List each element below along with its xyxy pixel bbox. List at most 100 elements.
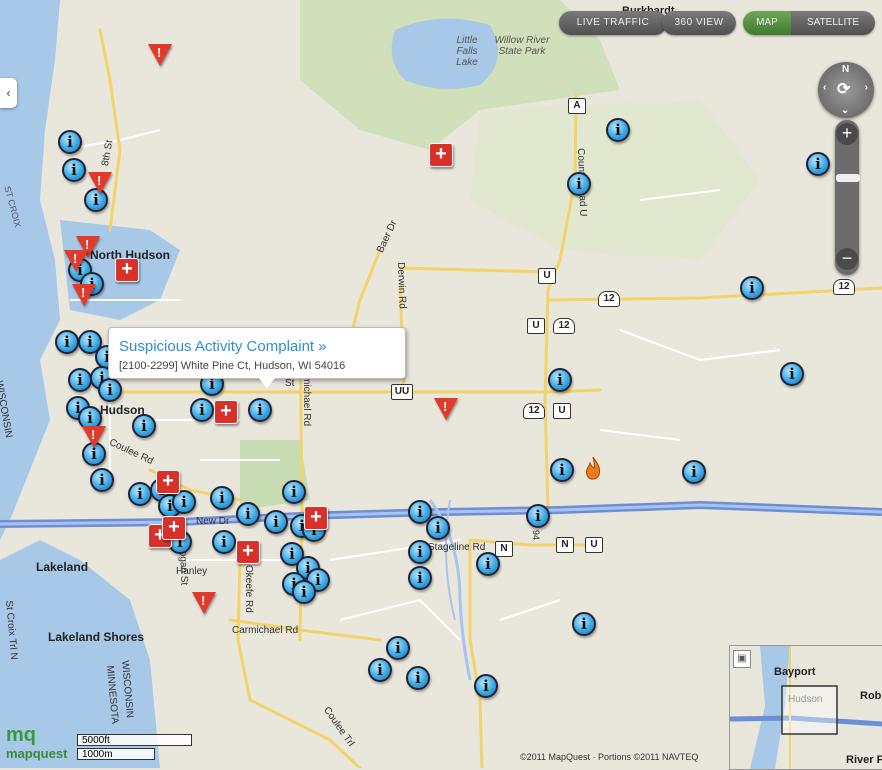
alert-marker-icon[interactable]: !: [64, 250, 88, 272]
popup-title-link[interactable]: Suspicious Activity Complaint »: [119, 338, 327, 355]
info-marker-icon[interactable]: i: [682, 460, 706, 484]
road-st: St: [285, 378, 295, 389]
scale-meters: 1000m: [77, 748, 155, 760]
shield-n-2: N: [556, 537, 574, 553]
shield-u-3: U: [553, 403, 571, 419]
hospital-marker-icon[interactable]: +: [429, 143, 453, 167]
overview-map[interactable]: Bayport Hudson Rob River F: [729, 645, 882, 770]
overview-river-falls: River F: [846, 754, 882, 766]
zoom-slider-thumb[interactable]: [836, 174, 860, 182]
alert-marker-icon[interactable]: !: [148, 44, 172, 66]
zoom-in-button[interactable]: +: [836, 123, 858, 145]
info-marker-icon[interactable]: i: [292, 580, 316, 604]
road-derwin-rd: Derwin Rd: [395, 262, 408, 310]
shield-12-2: 12: [833, 279, 855, 295]
info-marker-icon[interactable]: i: [210, 486, 234, 510]
info-marker-icon[interactable]: i: [98, 378, 122, 402]
side-panel-toggle-icon[interactable]: ‹: [0, 78, 17, 108]
satellite-view-button[interactable]: SATELLITE: [791, 11, 875, 35]
hospital-marker-icon[interactable]: +: [115, 258, 139, 282]
hospital-marker-icon[interactable]: +: [236, 540, 260, 564]
live-traffic-button[interactable]: LIVE TRAFFIC: [559, 11, 667, 35]
info-marker-icon[interactable]: i: [476, 552, 500, 576]
rotate-icon[interactable]: ⟳: [837, 79, 850, 99]
map-type-toggle: MAP SATELLITE: [743, 11, 875, 35]
hospital-marker-icon[interactable]: +: [304, 506, 328, 530]
info-marker-icon[interactable]: i: [740, 276, 764, 300]
alert-marker-icon[interactable]: !: [82, 426, 106, 448]
info-marker-icon[interactable]: i: [474, 674, 498, 698]
info-marker-icon[interactable]: i: [408, 540, 432, 564]
shield-i94: 94: [531, 530, 541, 541]
overview-map-canvas: [730, 646, 882, 769]
hospital-marker-icon[interactable]: +: [162, 516, 186, 540]
shield-a: A: [568, 98, 586, 114]
info-marker-icon[interactable]: i: [248, 398, 272, 422]
info-marker-icon[interactable]: i: [368, 658, 392, 682]
place-lakeland-shores: Lakeland Shores: [48, 630, 145, 644]
alert-marker-icon[interactable]: !: [434, 398, 458, 420]
zoom-out-button[interactable]: −: [836, 248, 858, 270]
place-willow-river: Willow River State Park: [494, 35, 550, 57]
info-marker-icon[interactable]: i: [282, 480, 306, 504]
info-marker-icon[interactable]: i: [132, 414, 156, 438]
compass-pan-control[interactable]: N ‹ › ⌄ ⟳: [818, 62, 874, 118]
place-little-falls-lake: Little Falls Lake: [456, 35, 478, 68]
info-marker-icon[interactable]: i: [55, 330, 79, 354]
place-lakeland: Lakeland: [36, 560, 89, 574]
mapquest-logo-icon: mq: [6, 724, 36, 746]
info-marker-icon[interactable]: i: [62, 158, 86, 182]
info-marker-icon[interactable]: i: [548, 368, 572, 392]
info-marker-icon[interactable]: i: [406, 666, 430, 690]
mapquest-logo: mq mapquest: [6, 724, 67, 761]
360-view-button[interactable]: 360 VIEW: [662, 11, 736, 35]
info-marker-icon[interactable]: i: [567, 172, 591, 196]
shield-n-1: N: [495, 541, 513, 557]
pan-down-icon[interactable]: ⌄: [841, 105, 849, 116]
overview-hudson: Hudson: [788, 694, 823, 705]
info-marker-icon[interactable]: i: [128, 482, 152, 506]
scale-feet: 5000ft: [77, 734, 192, 746]
info-marker-icon[interactable]: i: [550, 458, 574, 482]
info-marker-icon[interactable]: i: [526, 504, 550, 528]
info-marker-icon[interactable]: i: [90, 468, 114, 492]
alert-marker-icon[interactable]: !: [88, 172, 112, 194]
info-marker-icon[interactable]: i: [386, 636, 410, 660]
hospital-marker-icon[interactable]: +: [214, 400, 238, 424]
fire-marker-icon[interactable]: [584, 456, 602, 482]
road-stageline-rd: Stageline Rd: [428, 542, 486, 553]
info-marker-icon[interactable]: i: [190, 398, 214, 422]
info-marker-icon[interactable]: i: [212, 530, 236, 554]
road-carmichael-rd: Carmichael Rd: [232, 625, 299, 636]
alert-marker-icon[interactable]: !: [72, 284, 96, 306]
overview-bayport: Bayport: [774, 666, 816, 678]
info-marker-icon[interactable]: i: [236, 502, 260, 526]
shield-12-3: 12: [553, 318, 575, 334]
shield-u-2: U: [527, 318, 545, 334]
copyright: ©2011 MapQuest · Portions ©2011 NAVTEQ: [520, 752, 699, 762]
compass-north: N: [842, 64, 850, 75]
alert-marker-icon[interactable]: !: [192, 592, 216, 614]
pan-left-icon[interactable]: ‹: [823, 82, 826, 93]
shield-12-4: 12: [523, 403, 545, 419]
pan-right-icon[interactable]: ›: [865, 82, 868, 93]
shield-uu: UU: [391, 384, 413, 400]
overview-collapse-icon[interactable]: ▣: [733, 650, 751, 668]
popup-address: [2100-2299] White Pine Ct, Hudson, WI 54…: [119, 360, 346, 372]
overview-roberts: Rob: [860, 690, 882, 702]
map-view-button[interactable]: MAP: [743, 11, 791, 35]
info-marker-icon[interactable]: i: [58, 130, 82, 154]
info-marker-icon[interactable]: i: [68, 368, 92, 392]
info-marker-icon[interactable]: i: [806, 152, 830, 176]
hospital-marker-icon[interactable]: +: [156, 470, 180, 494]
shield-u-4: U: [585, 537, 603, 553]
info-marker-icon[interactable]: i: [606, 118, 630, 142]
info-marker-icon[interactable]: i: [264, 510, 288, 534]
info-marker-icon[interactable]: i: [572, 612, 596, 636]
info-marker-icon[interactable]: i: [780, 362, 804, 386]
info-marker-icon[interactable]: i: [408, 566, 432, 590]
shield-12-1: 12: [598, 291, 620, 307]
info-marker-icon[interactable]: i: [426, 516, 450, 540]
incident-popup: Suspicious Activity Complaint » [2100-22…: [108, 327, 406, 388]
shield-u-1: U: [538, 268, 556, 284]
